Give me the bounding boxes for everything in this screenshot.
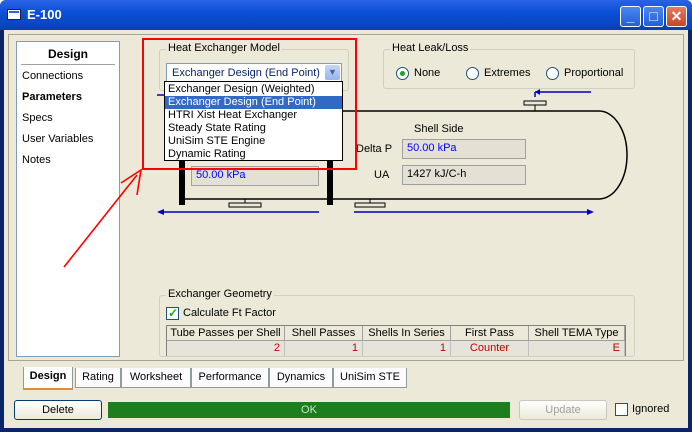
heat-leak-title: Heat Leak/Loss: [390, 42, 471, 54]
tab-unisim-ste[interactable]: UniSim STE: [333, 368, 407, 388]
calc-ft-label: Calculate Ft Factor: [183, 307, 276, 319]
title-bar[interactable]: E-100 _ □ ✕: [0, 0, 692, 30]
annotation-highlight-box: [142, 38, 357, 170]
radio-none-label: None: [414, 67, 441, 79]
shell-delta-p-label: Delta P: [356, 143, 393, 155]
radio-none[interactable]: [396, 67, 409, 80]
annotation-arrow: [63, 168, 143, 268]
close-button[interactable]: ✕: [666, 6, 687, 27]
tab-design[interactable]: Design: [23, 367, 73, 390]
radio-proportional-label: Proportional: [564, 67, 624, 79]
tab-dynamics[interactable]: Dynamics: [269, 368, 333, 388]
geometry-table: Tube Passes per Shell Shell Passes Shell…: [166, 325, 626, 356]
design-page: Design Connections Parameters Specs User…: [8, 34, 684, 361]
geometry-title: Exchanger Geometry: [166, 288, 274, 300]
col-shell-tema-type: Shell TEMA Type: [529, 326, 625, 341]
cell-shell-passes[interactable]: 1: [285, 341, 363, 356]
radio-proportional[interactable]: [546, 67, 559, 80]
cell-first-pass[interactable]: Counter: [451, 341, 529, 356]
ignored-checkbox[interactable]: [615, 403, 628, 416]
cell-shells-in-series[interactable]: 1: [363, 341, 451, 356]
col-first-pass: First Pass: [451, 326, 529, 341]
shell-delta-p-field[interactable]: 50.00 kPa: [402, 139, 526, 159]
exchanger-geometry-group: Exchanger Geometry Calculate Ft Factor T…: [159, 288, 635, 357]
radio-extremes-label: Extremes: [484, 67, 531, 79]
col-shell-passes: Shell Passes: [285, 326, 363, 341]
status-bar: OK: [108, 402, 510, 418]
shell-ua-label: UA: [374, 169, 390, 181]
maximize-button[interactable]: □: [643, 6, 664, 27]
minimize-button[interactable]: _: [620, 6, 641, 27]
col-tube-passes: Tube Passes per Shell: [167, 326, 285, 341]
calc-ft-checkbox[interactable]: [166, 306, 179, 320]
tab-performance[interactable]: Performance: [191, 368, 269, 388]
col-shells-in-series: Shells In Series: [363, 326, 451, 341]
window-icon: [7, 9, 21, 20]
cell-shell-tema-type[interactable]: E: [529, 341, 625, 356]
window-client-area: Design Connections Parameters Specs User…: [4, 30, 688, 428]
tab-rating[interactable]: Rating: [75, 368, 121, 388]
shell-side-title: Shell Side: [414, 123, 464, 135]
cell-tube-passes[interactable]: 2: [167, 341, 285, 356]
window-title: E-100: [27, 7, 62, 22]
delete-button[interactable]: Delete: [14, 400, 102, 420]
radio-extremes[interactable]: [466, 67, 479, 80]
heat-leak-group: Heat Leak/Loss None Extremes Proportiona…: [383, 42, 635, 89]
ignored-label: Ignored: [632, 403, 670, 415]
tab-worksheet[interactable]: Worksheet: [121, 368, 191, 388]
shell-ua-field[interactable]: 1427 kJ/C-h: [402, 165, 526, 185]
exchanger-window: E-100 _ □ ✕ Design Connections Parameter…: [0, 0, 692, 432]
update-button[interactable]: Update: [519, 400, 607, 420]
